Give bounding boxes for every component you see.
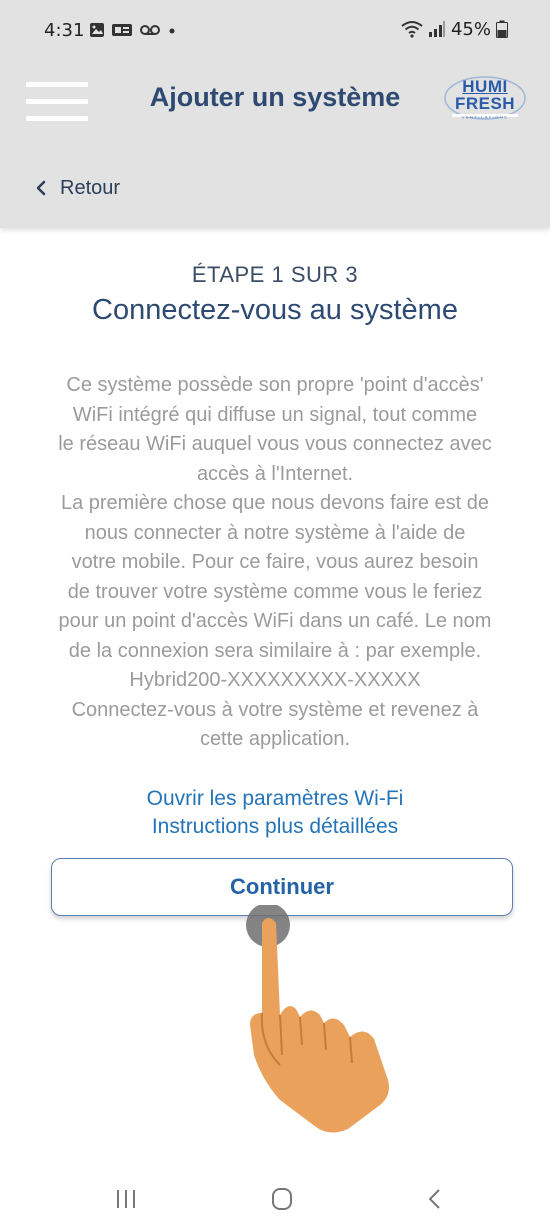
humifresh-logo: VENTILATIONS HUMI FRESH	[442, 74, 528, 124]
voicemail-icon	[140, 25, 160, 35]
step-indicator: ÉTAPE 1 SUR 3	[191, 262, 359, 287]
status-time: 4:31	[44, 20, 85, 41]
back-bar: Retour	[0, 148, 550, 228]
back-button[interactable]: Retour	[36, 174, 120, 202]
home-icon[interactable]	[262, 1184, 302, 1214]
status-right: 45%	[401, 18, 508, 40]
app-notification-icon	[112, 24, 132, 36]
battery-percentage: 45%	[450, 18, 491, 40]
system-nav-bar	[0, 1170, 550, 1228]
instructions-text: Ce système possède son propre 'point d'a…	[58, 374, 492, 750]
wifi-icon	[401, 21, 423, 38]
svg-text:VENTILATIONS: VENTILATIONS	[462, 115, 509, 120]
detailed-instructions-link[interactable]: Instructions plus détaillées	[0, 815, 550, 839]
recent-apps-icon[interactable]	[106, 1184, 146, 1214]
notification-icons	[89, 22, 177, 38]
dot-icon	[169, 28, 175, 34]
tap-hand-icon	[246, 905, 389, 1133]
page-title: Connectez-vous au système	[92, 294, 458, 326]
signal-icon	[428, 21, 445, 37]
app-header: Ajouter un système VENTILATIONS HUMI FRE…	[0, 52, 550, 148]
battery-icon	[496, 20, 508, 38]
open-wifi-settings-link[interactable]: Ouvrir les paramètres Wi-Fi	[0, 787, 550, 811]
back-nav-icon[interactable]	[414, 1184, 454, 1214]
chevron-left-icon	[36, 180, 46, 196]
gallery-notification-icon	[90, 23, 104, 37]
status-bar: 4:31 45%	[0, 0, 550, 52]
back-label: Retour	[60, 176, 121, 199]
